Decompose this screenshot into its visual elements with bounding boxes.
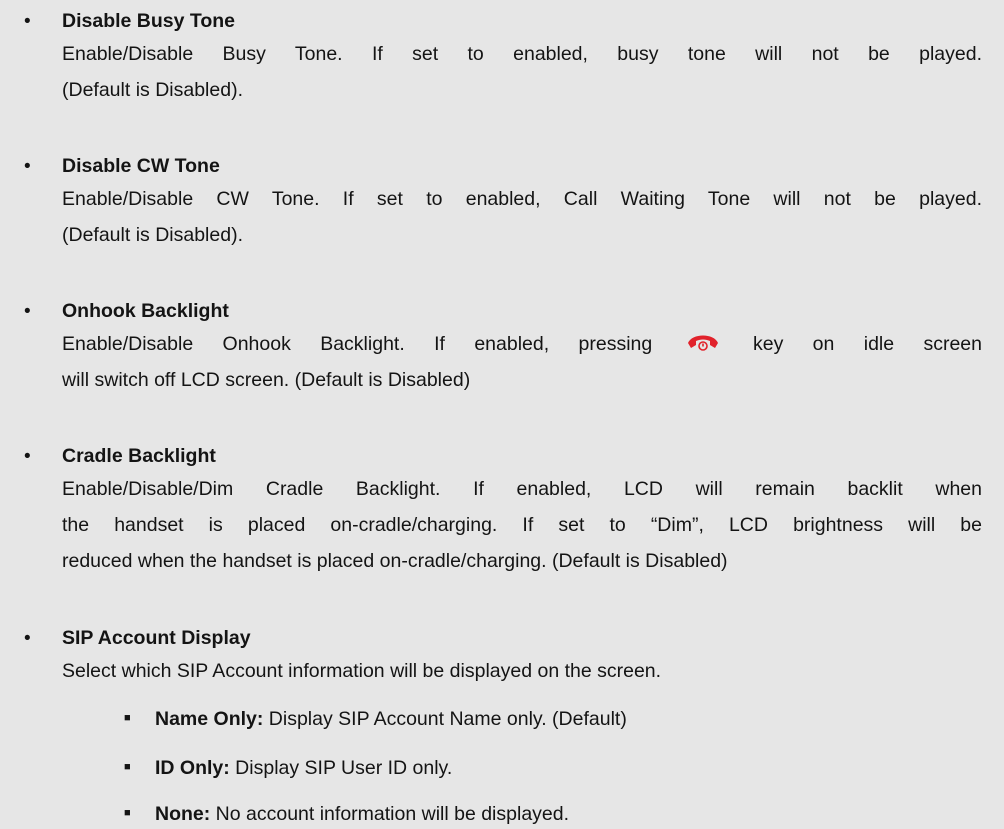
description-line: Select which SIP Account information wil…: [62, 660, 662, 682]
item-description-onhook-backlight: Enable/Disable Onhook Backlight. If enab…: [62, 326, 982, 398]
description-text: key on idle screen: [752, 333, 982, 355]
option-text: Display SIP Account Name only. (Default): [263, 708, 627, 730]
option-name-only: Name Only: Display SIP Account Name only…: [155, 708, 627, 730]
option-label: Name Only:: [155, 708, 264, 730]
description-text: Enable/Disable Onhook Backlight. If enab…: [62, 333, 653, 355]
bullet: •: [24, 446, 31, 467]
item-description-disable-busy-tone: Enable/Disable Busy Tone. If set to enab…: [62, 36, 982, 108]
description-line: the handset is placed on-cradle/charging…: [62, 514, 982, 536]
item-title-cradle-backlight: Cradle Backlight: [62, 445, 216, 467]
option-text: Display SIP User ID only.: [229, 757, 453, 779]
sub-bullet: ■: [124, 761, 131, 773]
item-description-sip-account-display: Select which SIP Account information wil…: [62, 653, 982, 689]
item-title-disable-cw-tone: Disable CW Tone: [62, 155, 220, 177]
option-id-only: ID Only: Display SIP User ID only.: [155, 757, 452, 779]
description-line: (Default is Disabled).: [62, 79, 243, 101]
option-text: No account information will be displayed…: [210, 803, 570, 825]
description-line: (Default is Disabled).: [62, 224, 243, 246]
item-description-disable-cw-tone: Enable/Disable CW Tone. If set to enable…: [62, 181, 982, 253]
description-line: Enable/Disable Busy Tone. If set to enab…: [62, 43, 982, 65]
item-description-cradle-backlight: Enable/Disable/Dim Cradle Backlight. If …: [62, 471, 982, 579]
sub-bullet: ■: [124, 712, 131, 724]
description-line: Enable/Disable CW Tone. If set to enable…: [62, 188, 982, 210]
sub-bullet: ■: [124, 807, 131, 819]
hang-up-key-icon: [687, 335, 718, 351]
bullet: •: [24, 156, 31, 177]
item-title-disable-busy-tone: Disable Busy Tone: [62, 10, 236, 32]
item-title-onhook-backlight: Onhook Backlight: [62, 300, 229, 322]
description-line: Enable/Disable Onhook Backlight. If enab…: [62, 326, 982, 362]
document-page: • Disable Busy Tone Enable/Disable Busy …: [0, 0, 1004, 829]
option-label: None:: [155, 803, 211, 825]
item-title-sip-account-display: SIP Account Display: [62, 627, 251, 649]
description-line: Enable/Disable/Dim Cradle Backlight. If …: [62, 478, 982, 500]
option-label: ID Only:: [155, 757, 230, 779]
bullet: •: [24, 11, 31, 32]
bullet: •: [24, 628, 31, 649]
option-none: None: No account information will be dis…: [155, 803, 569, 825]
description-line: reduced when the handset is placed on-cr…: [62, 550, 728, 572]
bullet: •: [24, 301, 31, 322]
description-line: will switch off LCD screen. (Default is …: [62, 369, 471, 391]
